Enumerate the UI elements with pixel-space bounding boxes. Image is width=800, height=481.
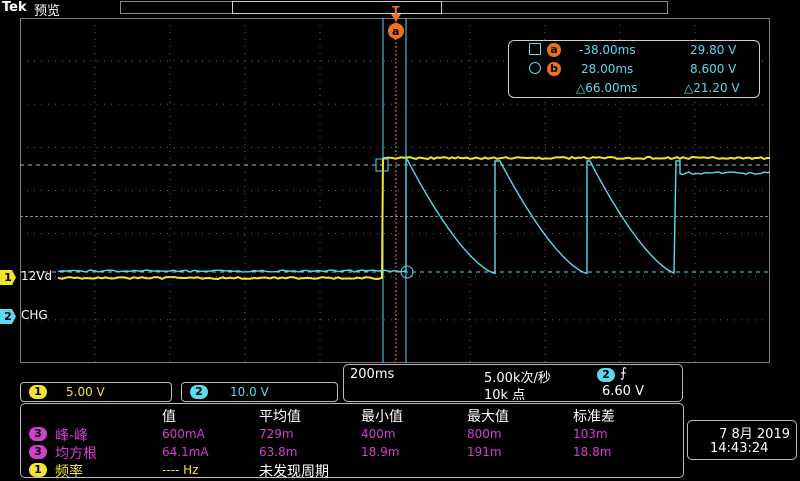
cursor-delta-row: △66.00ms △21.20 V: [509, 81, 759, 99]
ch2-badge: 2: [190, 385, 208, 399]
row-value: 64.1mA: [162, 445, 209, 459]
row-max: 800m: [467, 427, 502, 441]
row-min: 400m: [361, 427, 396, 441]
col-header-max: 最大值: [467, 406, 509, 426]
row-max: 191m: [467, 445, 502, 459]
row-value: 600mA: [162, 427, 205, 441]
brand-logo: Tek: [2, 0, 27, 15]
cursor-delta-volt: △21.20 V: [684, 81, 740, 95]
time-text: 14:43:24: [710, 441, 768, 456]
row-mean: 63.8m: [259, 445, 297, 459]
cursor-b-time: 28.00ms: [581, 62, 633, 76]
acquisition-mode: 预览: [34, 0, 60, 19]
ch1-scale-panel[interactable]: 1 5.00 V: [20, 382, 172, 402]
cursor-a-volt: 29.80 V: [690, 43, 736, 57]
cursor-b-tag: b: [547, 62, 561, 76]
ch1-badge: 1: [29, 385, 47, 399]
ch2-scale-panel[interactable]: 2 10.0 V: [181, 382, 338, 402]
trigger-slope-icon: ⨍: [620, 366, 627, 381]
ch1-scale: 5.00 V: [66, 385, 105, 399]
cursor-b-row: b 28.00ms 8.600 V: [509, 62, 759, 80]
row-source-badge: 1: [29, 463, 47, 477]
ch1-ground-marker[interactable]: 1: [0, 270, 16, 285]
row-min: 18.9m: [361, 445, 399, 459]
row-std: 18.8m: [573, 445, 611, 459]
ch1-trace: [58, 157, 770, 279]
horizontal-trigger-panel[interactable]: 200ms 5.00k次/秒 10k 点 2 ⨍ 6.60 V: [343, 364, 683, 402]
row-std: 103m: [573, 427, 608, 441]
row-name: 频率: [55, 461, 83, 481]
record-view-window[interactable]: [232, 1, 442, 14]
row-mean: 729m: [259, 427, 294, 441]
ch2-label: CHG: [21, 308, 48, 322]
row-mean: 未发现周期: [259, 461, 329, 481]
cursor-a-time: -38.00ms: [579, 43, 636, 57]
cursor-a-tag: a: [547, 43, 561, 57]
cursor-delta-time: △66.00ms: [576, 81, 638, 95]
row-source-badge: 3: [29, 427, 47, 441]
row-name: 均方根: [55, 443, 97, 463]
ch2-scale: 10.0 V: [230, 385, 269, 399]
trigger-level: 6.60 V: [602, 384, 644, 399]
ch2-ground-marker[interactable]: 2: [0, 309, 16, 324]
row-value: ---- Hz: [162, 463, 198, 477]
record-length: 10k 点: [484, 384, 525, 403]
timebase: 200ms: [350, 367, 394, 382]
col-header-mean: 平均值: [259, 406, 301, 426]
cursor-readout[interactable]: a -38.00ms 29.80 V b 28.00ms 8.600 V △66…: [508, 40, 760, 98]
col-header-value: 值: [162, 406, 176, 426]
square-cursor-icon: [529, 43, 541, 55]
col-header-std: 标准差: [573, 406, 615, 426]
ch2-trace: [58, 158, 770, 273]
circle-cursor-icon: [529, 62, 541, 74]
row-name: 峰-峰: [55, 425, 88, 445]
ch1-label: 12Vd: [21, 269, 52, 283]
col-header-min: 最小值: [361, 406, 403, 426]
cursor-b-volt: 8.600 V: [690, 62, 736, 76]
row-source-badge: 3: [29, 445, 47, 459]
trigger-source-badge: 2: [597, 368, 615, 382]
date-text: 7 8月 2019: [719, 423, 790, 442]
trigger-position-marker[interactable]: T a: [385, 2, 407, 40]
datetime-panel[interactable]: 7 8月 2019 14:43:24: [687, 420, 797, 460]
cursor-a-row: a -38.00ms 29.80 V: [509, 43, 759, 61]
cursor-a-top-tag: a: [392, 25, 399, 38]
measurement-table[interactable]: 值 平均值 最小值 最大值 标准差 3 峰-峰 600mA 729m 400m …: [20, 403, 684, 478]
